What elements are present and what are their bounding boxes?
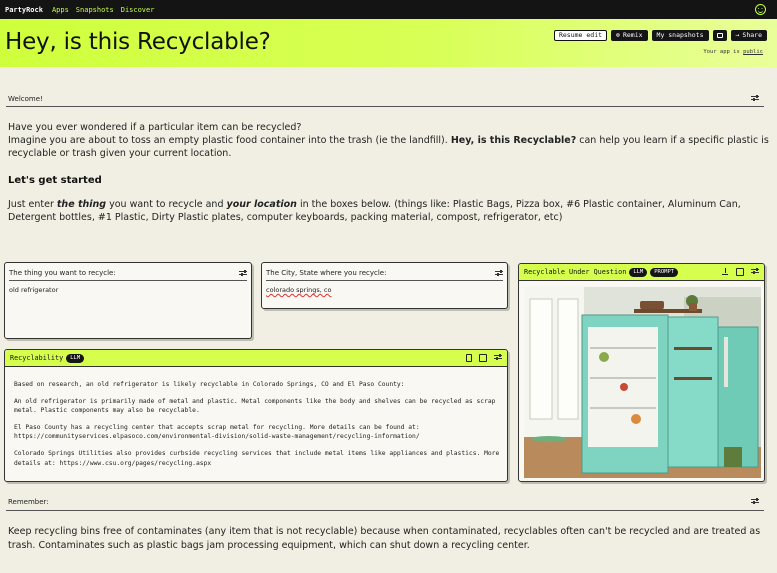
app-title: Hey, is this Recyclable? <box>5 29 271 55</box>
remember-text: Keep recycling bins free of contaminates… <box>8 526 761 551</box>
brand-logo[interactable]: PartyRock <box>5 6 43 14</box>
recyclability-settings-icon[interactable] <box>494 354 502 361</box>
nav-link-apps[interactable]: Apps <box>52 6 69 14</box>
remix-icon: ⊚ <box>616 31 620 39</box>
welcome-p2-text: Imagine you are about to toss an empty p… <box>8 135 448 146</box>
recyclability-title: Recyclability <box>10 354 64 362</box>
header-actions: Resume edit ⊚ Remix My snapshots → Share <box>553 30 767 41</box>
nav-link-discover[interactable]: Discover <box>121 6 155 14</box>
share-button[interactable]: → Share <box>730 30 767 41</box>
city-input-field[interactable]: colorado springs, co <box>266 286 331 294</box>
welcome-divider <box>6 106 764 107</box>
nav-link-snapshots[interactable]: Snapshots <box>76 6 114 14</box>
remix-label: Remix <box>622 31 643 39</box>
instr-a: Just enter <box>8 199 54 210</box>
recyclability-p2: An old refrigerator is primarily made of… <box>14 397 496 415</box>
save-icon[interactable] <box>736 268 744 276</box>
instr-location: your location <box>226 199 297 210</box>
recyclability-p1: Based on research, an old refrigerator i… <box>14 381 405 388</box>
settings-sliders-icon[interactable] <box>751 95 759 102</box>
profile-smiley-icon[interactable] <box>755 4 766 15</box>
city-input-card[interactable]: The City, State where you recycle: color… <box>261 262 508 309</box>
city-input-divider <box>266 280 503 281</box>
app-header: Hey, is this Recyclable? Resume edit ⊚ R… <box>0 19 777 67</box>
image-widget-title: Recyclable Under Question <box>524 268 627 276</box>
welcome-intro: Have you ever wondered if a particular i… <box>8 121 773 160</box>
top-nav: PartyRock Apps Snapshots Discover <box>0 0 777 19</box>
thing-input-card[interactable]: The thing you want to recycle: old refri… <box>4 262 252 339</box>
download-icon[interactable] <box>721 268 729 276</box>
remember-label: Remember: <box>8 498 49 506</box>
instructions: Just enter the thing you want to recycle… <box>8 198 773 224</box>
snapshot-camera-button[interactable] <box>712 30 727 41</box>
public-status: Your app is public <box>703 49 763 55</box>
image-widget-card: Recyclable Under Question LLM PROMPT <box>518 263 765 482</box>
recyclability-header: Recyclability LLM <box>5 350 507 367</box>
city-settings-icon[interactable] <box>495 269 503 277</box>
share-label: Share <box>742 31 762 39</box>
welcome-p1: Have you ever wondered if a particular i… <box>8 122 302 133</box>
lets-get-started-heading: Let's get started <box>8 175 102 186</box>
refrigerator-image <box>524 287 761 478</box>
thing-settings-icon[interactable] <box>239 269 247 277</box>
recyclability-llm-badge: LLM <box>66 353 85 363</box>
city-input-value: colorado springs, co <box>266 286 332 294</box>
recyclability-card: Recyclability LLM Based on research, an … <box>4 349 508 482</box>
image-widget-header: Recyclable Under Question LLM PROMPT <box>519 264 764 281</box>
llm-badge: LLM <box>629 267 648 277</box>
recyclability-p3: El Paso County has a recycling center th… <box>14 423 420 441</box>
thing-input-divider <box>9 280 247 281</box>
prompt-badge: PROMPT <box>650 267 679 277</box>
remember-settings-icon[interactable] <box>751 498 759 505</box>
city-input-label: The City, State where you recycle: <box>266 269 387 277</box>
instr-thing: the thing <box>56 199 107 210</box>
resume-edit-button[interactable]: Resume edit <box>553 30 608 41</box>
remix-button[interactable]: ⊚ Remix <box>611 30 648 41</box>
image-settings-icon[interactable] <box>751 268 759 275</box>
copy-icon[interactable] <box>466 354 472 362</box>
camera-icon <box>716 33 723 38</box>
recyclability-output: Based on research, an old refrigerator i… <box>14 380 502 468</box>
public-link[interactable]: public <box>743 49 763 55</box>
instr-c: you want to recycle and <box>109 199 224 210</box>
recyclability-save-icon[interactable] <box>479 354 487 362</box>
recyclability-p4: Colorado Springs Utilities also provides… <box>14 449 500 467</box>
my-snapshots-button[interactable]: My snapshots <box>651 30 709 41</box>
remember-divider <box>6 510 764 511</box>
welcome-p2-appname: Hey, is this Recyclable? <box>450 135 577 146</box>
welcome-label: Welcome! <box>8 95 43 103</box>
thing-input-field[interactable]: old refrigerator <box>9 286 58 294</box>
share-arrow-icon: → <box>735 31 740 39</box>
welcome-p2: Imagine you are about to toss an empty p… <box>8 134 773 160</box>
public-prefix: Your app is <box>703 49 740 55</box>
thing-input-label: The thing you want to recycle: <box>9 269 116 277</box>
